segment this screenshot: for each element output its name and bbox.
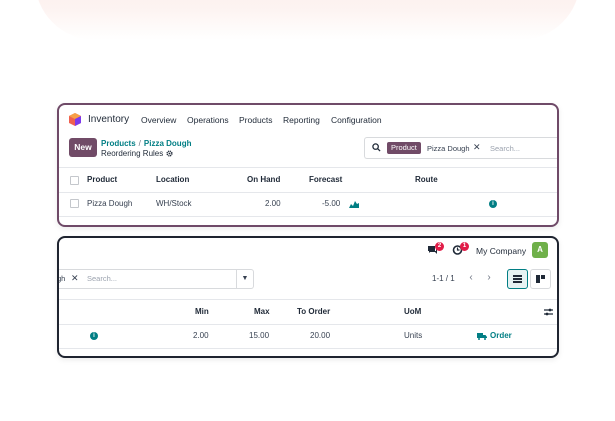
facet-value: Pizza Dough xyxy=(427,144,470,153)
breadcrumb: Products / Pizza Dough xyxy=(101,139,191,148)
select-all-checkbox[interactable] xyxy=(70,176,79,185)
search-bar-continued[interactable]: gh ✕ Search... ▼ xyxy=(57,269,254,289)
table-row[interactable]: i 2.00 15.00 20.00 Units Order xyxy=(59,324,557,349)
breadcrumb-pizza-dough[interactable]: Pizza Dough xyxy=(144,139,192,148)
facet-label: Product xyxy=(387,142,421,154)
avatar[interactable]: A xyxy=(532,242,548,258)
row-checkbox[interactable] xyxy=(70,199,79,208)
table-header: Min Max To Order UoM xyxy=(59,299,557,325)
col-on-hand[interactable]: On Hand xyxy=(247,175,280,184)
search-input[interactable]: Search... xyxy=(490,144,520,153)
cell-product: Pizza Dough xyxy=(87,199,133,208)
menu-configuration[interactable]: Configuration xyxy=(331,115,382,125)
activities-badge: 1 xyxy=(460,242,469,251)
info-icon[interactable]: i xyxy=(489,200,497,208)
col-min[interactable]: Min xyxy=(195,307,209,316)
forecast-chart-icon[interactable] xyxy=(349,200,359,208)
table-header: Product Location On Hand Forecast Route xyxy=(59,167,557,193)
breadcrumb-separator: / xyxy=(138,139,141,148)
list-view-icon xyxy=(513,275,522,283)
truck-icon[interactable] xyxy=(477,332,487,340)
page-title: Reordering Rules xyxy=(101,149,173,158)
search-dropdown-toggle-icon[interactable]: ▼ xyxy=(236,270,253,288)
search-icon[interactable] xyxy=(372,143,381,152)
cell-on-hand: 2.00 xyxy=(265,199,281,208)
app-name[interactable]: Inventory xyxy=(88,114,129,125)
col-to-order[interactable]: To Order xyxy=(297,307,330,316)
kanban-view-icon xyxy=(536,275,545,283)
col-product[interactable]: Product xyxy=(87,175,117,184)
col-location[interactable]: Location xyxy=(156,175,189,184)
background-blob xyxy=(35,0,580,40)
messages-badge: 2 xyxy=(435,242,444,251)
menu-products[interactable]: Products xyxy=(239,115,273,125)
facet-value-cut: gh xyxy=(57,274,66,283)
menu-overview[interactable]: Overview xyxy=(141,115,176,125)
order-button[interactable]: Order xyxy=(490,331,512,340)
gear-icon[interactable] xyxy=(165,150,173,157)
info-icon[interactable]: i xyxy=(90,332,98,340)
optional-columns-icon[interactable] xyxy=(544,308,553,316)
pager-previous-icon[interactable]: ‹ xyxy=(462,269,480,287)
company-switcher[interactable]: My Company xyxy=(476,246,526,256)
cell-to-order: 20.00 xyxy=(310,331,331,340)
col-uom[interactable]: UoM xyxy=(404,307,421,316)
inventory-window-bottom: 2 1 My Company A gh ✕ Search... ▼ 1-1 / … xyxy=(57,236,559,358)
cell-uom: Units xyxy=(404,331,423,340)
pager-next-icon[interactable]: › xyxy=(480,269,498,287)
new-button[interactable]: New xyxy=(69,138,97,157)
inventory-window-top: Inventory Overview Operations Products R… xyxy=(57,103,559,227)
page-title-text: Reordering Rules xyxy=(101,149,164,158)
menu-reporting[interactable]: Reporting xyxy=(283,115,320,125)
kanban-view-button[interactable] xyxy=(530,269,551,289)
list-view-button[interactable] xyxy=(507,269,528,289)
search-bar[interactable]: Product Pizza Dough ✕ Search... xyxy=(364,137,557,159)
top-navbar: Inventory Overview Operations Products R… xyxy=(59,105,557,135)
col-route[interactable]: Route xyxy=(415,175,438,184)
cell-forecast: -5.00 xyxy=(322,199,341,208)
facet-remove-icon[interactable]: ✕ xyxy=(473,142,481,153)
cell-location: WH/Stock xyxy=(156,199,192,208)
search-input[interactable]: Search... xyxy=(87,274,117,283)
cell-min: 2.00 xyxy=(193,331,209,340)
col-max[interactable]: Max xyxy=(254,307,270,316)
cell-max: 15.00 xyxy=(249,331,270,340)
pager-value[interactable]: 1-1 / 1 xyxy=(432,274,455,283)
facet-remove-icon[interactable]: ✕ xyxy=(71,273,79,284)
menu-operations[interactable]: Operations xyxy=(187,115,229,125)
table-row[interactable]: Pizza Dough WH/Stock 2.00 -5.00 i xyxy=(59,192,557,217)
app-logo-icon[interactable] xyxy=(69,113,81,126)
breadcrumb-products[interactable]: Products xyxy=(101,139,136,148)
systray: 2 1 My Company A xyxy=(59,238,557,264)
col-forecast[interactable]: Forecast xyxy=(309,175,342,184)
